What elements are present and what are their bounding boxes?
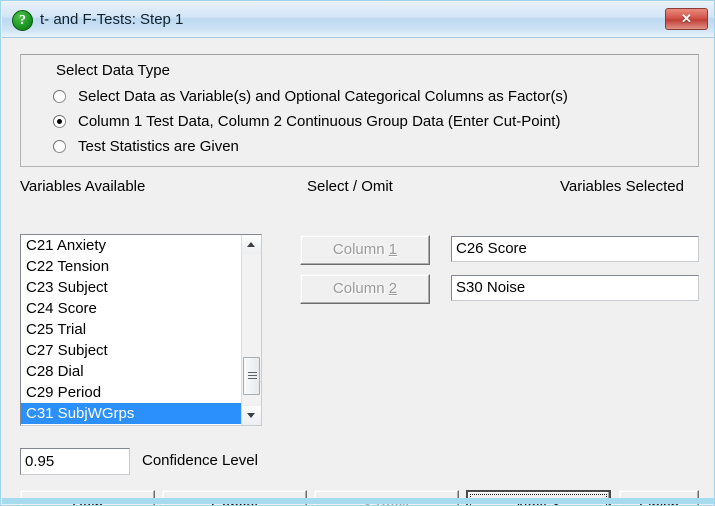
- dialog-window: ? t- and F-Tests: Step 1 ✕ Select Data T…: [0, 0, 715, 506]
- variables-available-listbox[interactable]: C21 Anxiety C22 Tension C23 Subject C24 …: [20, 234, 262, 426]
- list-item[interactable]: C28 Dial: [21, 361, 243, 382]
- variables-available-heading: Variables Available: [20, 178, 146, 195]
- radio-indicator: [53, 89, 66, 103]
- select-data-type-group: Select Data Type Select Data as Variable…: [20, 54, 699, 167]
- title-bar: ? t- and F-Tests: Step 1 ✕: [2, 2, 714, 38]
- radio-label: Select Data as Variable(s) and Optional …: [78, 87, 568, 105]
- list-item-selected[interactable]: C31 SubjWGrps: [21, 403, 243, 424]
- close-button[interactable]: ✕: [665, 8, 708, 30]
- radio-option-test-statistics[interactable]: Test Statistics are Given: [53, 135, 239, 157]
- scrollbar-thumb[interactable]: [243, 357, 260, 395]
- dialog-client-area: Select Data Type Select Data as Variable…: [2, 38, 714, 505]
- select-omit-heading: Select / Omit: [307, 178, 393, 195]
- radio-label: Column 1 Test Data, Column 2 Continuous …: [78, 112, 561, 130]
- column-2-mnemonic: 2: [388, 280, 398, 297]
- radio-indicator-selected: [53, 114, 66, 128]
- window-bottom-edge: [2, 498, 714, 504]
- radio-indicator: [53, 139, 66, 153]
- variable-selected-field-1[interactable]: C26 Score: [451, 236, 699, 262]
- column-1-button[interactable]: Column 1: [300, 235, 430, 265]
- scroll-down-button[interactable]: [242, 406, 261, 425]
- column-1-label: Column: [332, 241, 389, 258]
- scroll-up-button[interactable]: [242, 235, 261, 254]
- confidence-level-input[interactable]: 0.95: [20, 448, 130, 475]
- variables-selected-heading: Variables Selected: [560, 178, 684, 195]
- listbox-scrollbar[interactable]: [241, 235, 261, 425]
- confidence-level-label: Confidence Level: [142, 452, 258, 469]
- list-item[interactable]: C27 Subject: [21, 340, 243, 361]
- variable-selected-field-2[interactable]: S30 Noise: [451, 275, 699, 301]
- window-title: t- and F-Tests: Step 1: [40, 11, 184, 28]
- list-item[interactable]: C29 Period: [21, 382, 243, 403]
- help-question-icon: ?: [12, 10, 33, 31]
- column-2-label: Column: [332, 280, 389, 297]
- radio-option-two-columns[interactable]: Column 1 Test Data, Column 2 Continuous …: [53, 110, 560, 132]
- list-item[interactable]: C21 Anxiety: [21, 235, 243, 256]
- chevron-down-icon: [247, 413, 255, 418]
- group-title: Select Data Type: [51, 62, 175, 79]
- grip-icon: [248, 372, 257, 373]
- list-item[interactable]: C25 Trial: [21, 319, 243, 340]
- radio-option-variables[interactable]: Select Data as Variable(s) and Optional …: [53, 85, 568, 107]
- list-item[interactable]: C23 Subject: [21, 277, 243, 298]
- column-2-button[interactable]: Column 2: [300, 274, 430, 304]
- radio-label: Test Statistics are Given: [78, 137, 239, 155]
- list-item[interactable]: C22 Tension: [21, 256, 243, 277]
- variables-list: C21 Anxiety C22 Tension C23 Subject C24 …: [21, 235, 243, 424]
- column-1-mnemonic: 1: [388, 241, 398, 258]
- list-item[interactable]: C24 Score: [21, 298, 243, 319]
- chevron-up-icon: [247, 242, 255, 247]
